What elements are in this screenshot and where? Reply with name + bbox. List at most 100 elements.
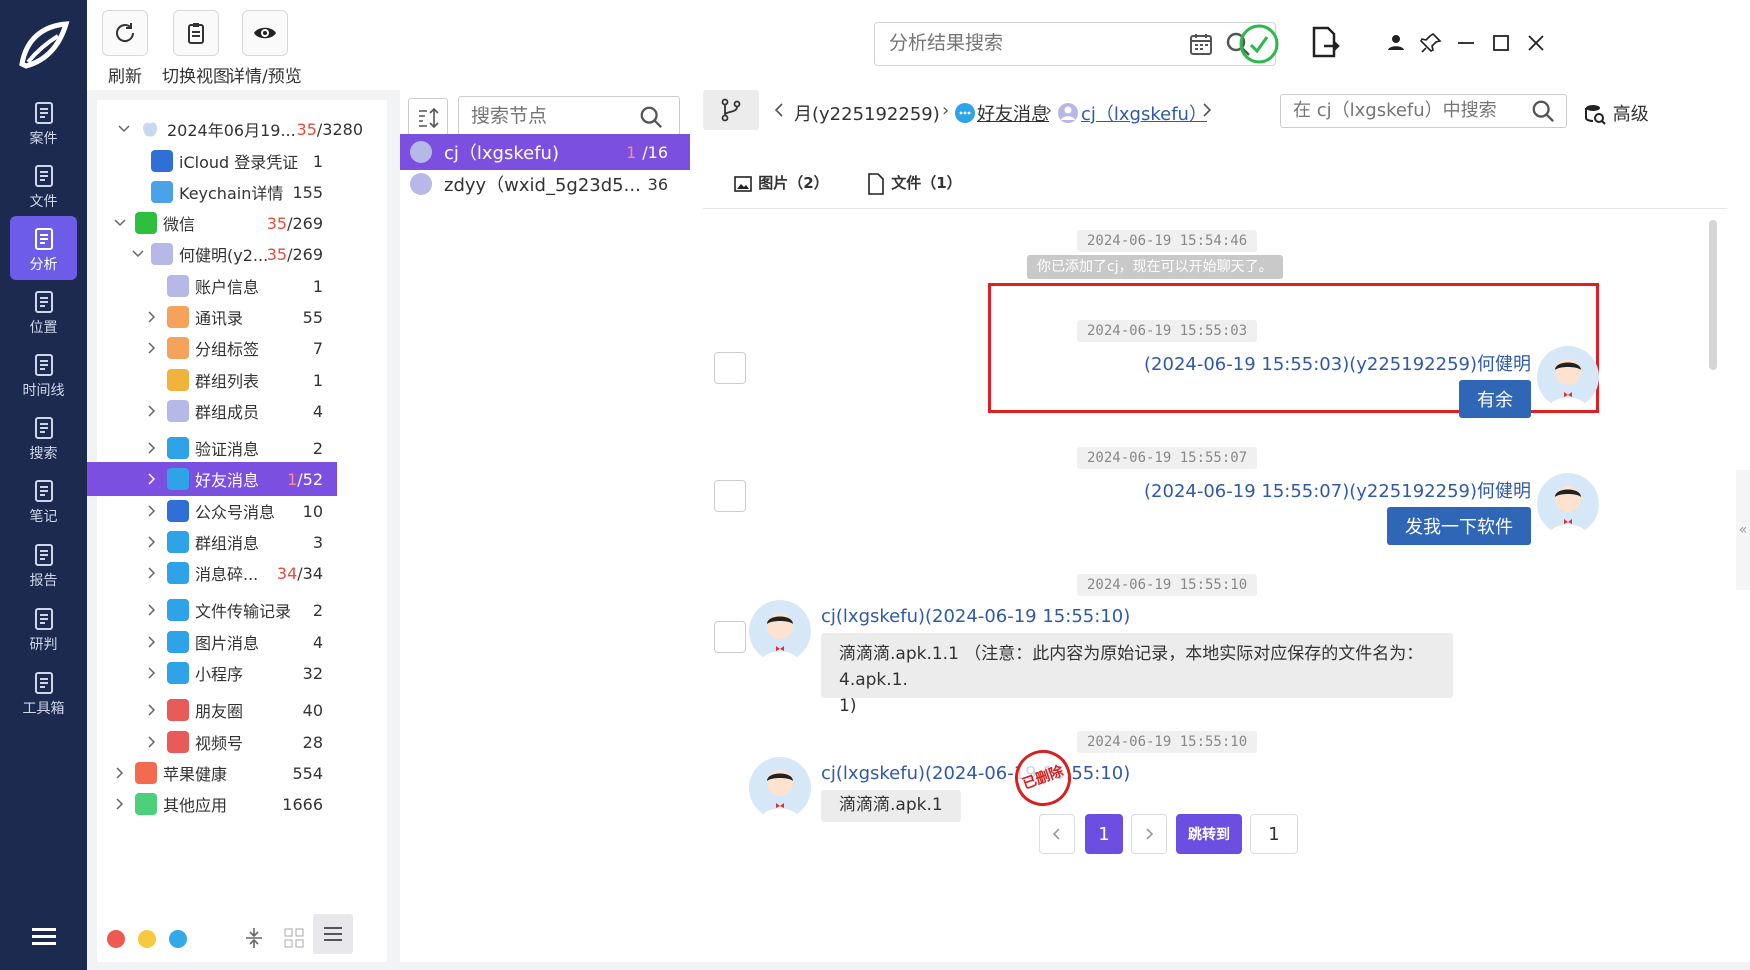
calendar-icon[interactable] bbox=[1189, 32, 1213, 56]
yellow-dot-icon[interactable] bbox=[138, 930, 156, 948]
tab-files[interactable]: 文件（1） bbox=[866, 172, 962, 195]
chevron-down-icon[interactable] bbox=[113, 216, 127, 230]
detail-preview-button[interactable]: 详情/预览 bbox=[228, 10, 302, 87]
nav-item-7[interactable]: 报告 bbox=[10, 532, 77, 596]
tree-item[interactable]: 视频号 28 bbox=[87, 725, 337, 759]
chevron-right-icon[interactable] bbox=[145, 735, 159, 749]
minimize-icon[interactable] bbox=[1453, 30, 1479, 56]
chevron-right-icon[interactable] bbox=[145, 635, 159, 649]
message-checkbox[interactable] bbox=[714, 621, 746, 653]
user-icon[interactable] bbox=[1383, 30, 1409, 56]
shield-check-icon[interactable] bbox=[1238, 23, 1280, 65]
tree-item[interactable]: 微信 35/269 bbox=[87, 206, 337, 240]
breadcrumb-contact[interactable]: cj（lxgskefu） bbox=[1081, 100, 1207, 126]
analysis-search-input[interactable] bbox=[889, 23, 1189, 63]
branch-button[interactable] bbox=[703, 90, 759, 130]
switch-view-button[interactable]: 切换视图 bbox=[162, 10, 230, 87]
tree-item[interactable]: 其他应用 1666 bbox=[87, 787, 337, 821]
nav-item-5[interactable]: 搜索 bbox=[10, 405, 77, 469]
jump-to-button[interactable]: 跳转到 bbox=[1176, 814, 1242, 854]
nav-item-2[interactable]: 分析 bbox=[10, 216, 77, 280]
contact-item[interactable]: cj（lxgskefu) 1/16 bbox=[400, 134, 690, 170]
tree-item[interactable]: 朋友圈 40 bbox=[87, 693, 337, 727]
tree-item[interactable]: 好友消息 1/52 bbox=[87, 462, 337, 496]
export-file-icon[interactable] bbox=[1310, 26, 1340, 58]
chevron-right-icon[interactable] bbox=[145, 504, 159, 518]
chevron-right-icon[interactable] bbox=[145, 603, 159, 617]
tree-item[interactable]: 群组列表 1 bbox=[87, 363, 337, 397]
tree-item[interactable]: 群组成员 4 bbox=[87, 394, 337, 428]
nav-item-9[interactable]: 工具箱 bbox=[10, 660, 77, 724]
chevron-right-icon[interactable] bbox=[145, 535, 159, 549]
list-view-button[interactable] bbox=[313, 914, 353, 954]
chat-search-box[interactable] bbox=[1280, 94, 1567, 128]
nav-item-6[interactable]: 笔记 bbox=[10, 468, 77, 532]
node-search-input[interactable] bbox=[471, 105, 621, 127]
tab-images[interactable]: 图片（2） bbox=[733, 172, 829, 194]
tree-item[interactable]: 通讯录 55 bbox=[87, 300, 337, 334]
analysis-search-box[interactable] bbox=[874, 22, 1276, 66]
tree-item[interactable]: 图片消息 4 bbox=[87, 625, 337, 659]
tree-item[interactable]: iCloud 登录凭证 1 bbox=[87, 144, 337, 178]
tree-item[interactable]: 公众号消息 10 bbox=[87, 494, 337, 528]
blue-dot-icon[interactable] bbox=[169, 930, 187, 948]
message-bubble[interactable]: 有余 bbox=[1459, 380, 1531, 418]
scrollbar-thumb[interactable] bbox=[1709, 220, 1717, 370]
search-icon[interactable] bbox=[639, 105, 663, 129]
tree-item[interactable]: 账户信息 1 bbox=[87, 269, 337, 303]
breadcrumb-account[interactable]: 月(y225192259) bbox=[794, 100, 940, 126]
tree-item[interactable]: 文件传输记录 2 bbox=[87, 593, 337, 627]
node-search-box[interactable] bbox=[458, 96, 680, 138]
chevron-right-icon[interactable] bbox=[145, 472, 159, 486]
chevron-right-icon[interactable] bbox=[1200, 102, 1214, 118]
sort-button[interactable] bbox=[408, 98, 448, 138]
jump-page-input[interactable]: 1 bbox=[1250, 814, 1298, 854]
chevron-right-icon[interactable] bbox=[145, 666, 159, 680]
menu-icon[interactable] bbox=[32, 928, 56, 949]
nav-item-0[interactable]: 案件 bbox=[10, 90, 77, 154]
message-bubble[interactable]: 发我一下软件 bbox=[1387, 507, 1531, 545]
tree-item[interactable]: Keychain详情 155 bbox=[87, 175, 337, 209]
chat-search-input[interactable] bbox=[1293, 100, 1523, 121]
message-bubble[interactable]: 滴滴滴.apk.1.1 （注意：此内容为原始记录，本地实际对应保存的文件名为：4… bbox=[821, 633, 1453, 716]
refresh-button[interactable]: 刷新 bbox=[102, 10, 148, 87]
nav-item-4[interactable]: 时间线 bbox=[10, 342, 77, 406]
chevron-down-icon[interactable] bbox=[131, 247, 145, 261]
current-page-button[interactable]: 1 bbox=[1085, 814, 1123, 854]
chevron-right-icon[interactable] bbox=[145, 341, 159, 355]
prev-page-button[interactable] bbox=[1039, 814, 1075, 854]
nav-item-3[interactable]: 位置 bbox=[10, 279, 77, 343]
chevron-down-icon[interactable] bbox=[117, 122, 131, 136]
tree-item[interactable]: 小程序 32 bbox=[87, 656, 337, 690]
grid-view-icon[interactable] bbox=[282, 926, 306, 950]
message-bubble[interactable]: 滴滴滴.apk.1 bbox=[821, 790, 961, 822]
tree-item[interactable]: 群组消息 3 bbox=[87, 525, 337, 559]
chevron-right-icon[interactable] bbox=[113, 766, 127, 780]
tree-item[interactable]: 苹果健康 554 bbox=[87, 756, 337, 790]
chevron-right-icon[interactable] bbox=[145, 441, 159, 455]
chevron-right-icon[interactable] bbox=[145, 566, 159, 580]
tree-item[interactable]: 何健明(y2... 35/269 bbox=[87, 237, 337, 271]
chevron-right-icon[interactable] bbox=[145, 310, 159, 324]
chevron-right-icon[interactable] bbox=[145, 703, 159, 717]
chevron-right-icon[interactable] bbox=[113, 797, 127, 811]
message-checkbox[interactable] bbox=[714, 480, 746, 512]
collapse-panel-button[interactable]: « bbox=[1736, 470, 1750, 590]
pin-icon[interactable] bbox=[1418, 30, 1444, 56]
collapse-all-icon[interactable] bbox=[242, 926, 266, 950]
advanced-search-button[interactable]: 高级 bbox=[1583, 100, 1649, 127]
close-icon[interactable] bbox=[1523, 30, 1549, 56]
maximize-icon[interactable] bbox=[1488, 30, 1514, 56]
tree-item[interactable]: 消息碎... 34/34 bbox=[87, 556, 337, 590]
tree-root[interactable]: 2024年06月19... 35/3280 bbox=[97, 112, 377, 146]
search-icon[interactable] bbox=[1531, 99, 1555, 123]
chevron-left-icon[interactable] bbox=[772, 102, 786, 118]
nav-item-1[interactable]: 文件 bbox=[10, 153, 77, 217]
tree-item[interactable]: 验证消息 2 bbox=[87, 431, 337, 465]
contact-item[interactable]: zdyy（wxid_5g23d5... 36 bbox=[400, 166, 690, 202]
nav-item-8[interactable]: 研判 bbox=[10, 596, 77, 660]
message-checkbox[interactable] bbox=[714, 352, 746, 384]
breadcrumb-category[interactable]: 好友消息 bbox=[977, 100, 1049, 126]
tree-item[interactable]: 分组标签 7 bbox=[87, 331, 337, 365]
red-dot-icon[interactable] bbox=[107, 930, 125, 948]
